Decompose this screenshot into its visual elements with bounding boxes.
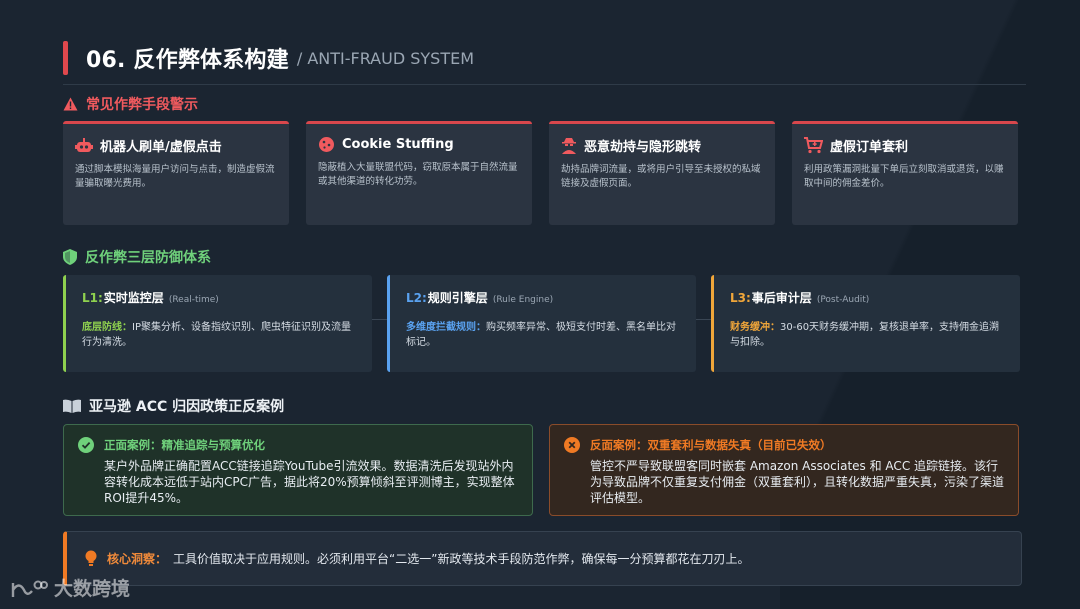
negative-case-body: 管控不严导致联盟客同时嵌套 Amazon Associates 和 ACC 追踪… <box>590 459 1005 505</box>
defense-layer-l2: L2:规则引擎层 (Rule Engine) 多维度拦截规则：购买频率异常、极短支… <box>387 275 696 372</box>
fraud-card-desc: 利用政策漏洞批量下单后立刻取消或退货，以赚取中间的佣金差价。 <box>804 164 1004 189</box>
insight-text: 工具价值取决于应用规则。必须利用平台“二选一”新政等技术手段防范作弊，确保每一分… <box>173 552 750 566</box>
lightbulb-icon <box>85 550 97 566</box>
layer-key: 财务缓冲： <box>730 322 780 333</box>
layer-level: L3: <box>730 291 751 305</box>
layer-level: L2: <box>406 291 427 305</box>
title-accent-bar <box>63 41 68 75</box>
robot-icon <box>75 137 93 152</box>
positive-case-body: 某户外品牌正确配置ACC链接追踪YouTube引流效果。数据清洗后发现站外内容转… <box>104 459 515 505</box>
defense-section-heading: 反作弊三层防御体系 <box>63 247 211 267</box>
fraud-card-fake-order: 虚假订单套利 利用政策漏洞批量下单后立刻取消或退货，以赚取中间的佣金差价。 <box>792 121 1018 225</box>
page-title: 06. 反作弊体系构建 <box>86 48 289 73</box>
positive-case-card: 正面案例：精准追踪与预算优化 某户外品牌正确配置ACC链接追踪YouTube引流… <box>63 424 533 516</box>
fraud-card-desc: 隐蔽植入大量联盟代码，窃取原本属于自然流量或其他渠道的转化功劳。 <box>318 162 518 187</box>
layer-connector <box>372 319 388 320</box>
cookie-icon <box>319 137 334 152</box>
fraud-card-title: Cookie Stuffing <box>342 137 454 152</box>
positive-case-title: 正面案例：精准追踪与预算优化 <box>104 438 265 452</box>
fraud-card-robot: 机器人刷单/虚假点击 通过脚本模拟海量用户访问与点击，制造虚假流量骗取曝光费用。 <box>63 121 289 225</box>
layer-name: 事后审计层 <box>751 291 812 305</box>
defense-layer-l3: L3:事后审计层 (Post-Audit) 财务缓冲：30-60天财务缓冲期，复核… <box>711 275 1020 372</box>
layer-en-name: (Real-time) <box>168 295 219 305</box>
fraud-card-cookie: Cookie Stuffing 隐蔽植入大量联盟代码，窃取原本属于自然流量或其他… <box>306 121 532 225</box>
page-subtitle: / ANTI-FRAUD SYSTEM <box>296 48 475 68</box>
user-secret-icon <box>562 138 576 154</box>
fraud-card-title: 恶意劫持与隐形跳转 <box>584 140 702 155</box>
book-open-icon <box>63 399 81 413</box>
layer-en-name: (Rule Engine) <box>492 295 554 305</box>
case-section-title: 亚马逊 ACC 归因政策正反案例 <box>89 399 285 415</box>
watermark-text: 大数跨境 <box>54 578 131 600</box>
layer-connector <box>696 319 712 320</box>
fraud-section-title: 常见作弊手段警示 <box>86 97 198 113</box>
fraud-section-heading: 常见作弊手段警示 <box>63 94 198 114</box>
fraud-card-title: 机器人刷单/虚假点击 <box>100 140 222 155</box>
check-circle-icon <box>78 437 94 453</box>
shield-icon <box>63 249 77 265</box>
header-divider <box>63 84 1026 85</box>
layer-level: L1: <box>82 291 103 305</box>
page-header: 06. 反作弊体系构建 / ANTI-FRAUD SYSTEM <box>63 40 474 76</box>
layer-key: 底层防线： <box>82 322 132 333</box>
brand-logo-icon <box>11 580 48 597</box>
fraud-card-desc: 通过脚本模拟海量用户访问与点击，制造虚假流量骗取曝光费用。 <box>75 164 275 189</box>
negative-case-title: 反面案例：双重套利与数据失真（目前已失效） <box>590 438 832 452</box>
x-circle-icon <box>564 437 580 453</box>
insight-label: 核心洞察： <box>107 552 168 566</box>
defense-section-title: 反作弊三层防御体系 <box>85 250 211 266</box>
cart-icon <box>804 137 823 154</box>
negative-case-card: 反面案例：双重套利与数据失真（目前已失效） 管控不严导致联盟客同时嵌套 Amaz… <box>549 424 1019 516</box>
core-insight-bar: 核心洞察： 工具价值取决于应用规则。必须利用平台“二选一”新政等技术手段防范作弊… <box>63 531 1022 586</box>
watermark: 大数跨境 <box>10 574 130 601</box>
case-section-heading: 亚马逊 ACC 归因政策正反案例 <box>63 396 284 416</box>
layer-name: 规则引擎层 <box>427 291 488 305</box>
layer-name: 实时监控层 <box>103 291 164 305</box>
fraud-card-title: 虚假订单套利 <box>830 140 909 155</box>
warning-icon <box>63 97 78 111</box>
fraud-card-hijack: 恶意劫持与隐形跳转 劫持品牌词流量，或将用户引导至未授权的私域链接及虚假页面。 <box>549 121 775 225</box>
fraud-card-desc: 劫持品牌词流量，或将用户引导至未授权的私域链接及虚假页面。 <box>561 164 761 189</box>
layer-key: 多维度拦截规则： <box>406 322 486 333</box>
defense-layer-l1: L1:实时监控层 (Real-time) 底层防线：IP聚集分析、设备指纹识别、爬… <box>63 275 372 372</box>
layer-en-name: (Post-Audit) <box>816 295 870 305</box>
